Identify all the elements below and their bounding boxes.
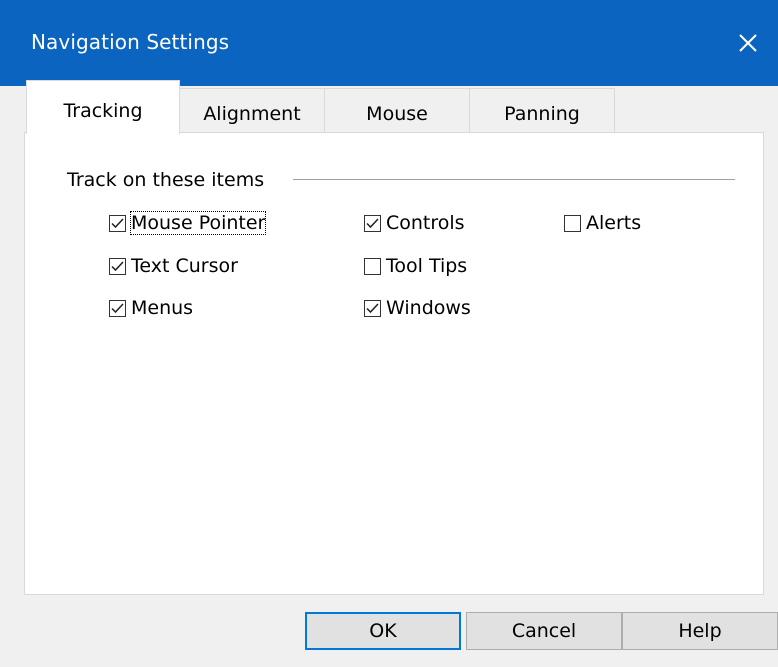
checkmark-icon — [111, 302, 124, 313]
checkbox-box — [109, 257, 126, 275]
checkbox-box — [364, 257, 381, 275]
ok-button-label: OK — [369, 620, 397, 642]
checkmark-icon — [111, 217, 124, 228]
tracking-panel: Track on these items Mouse Pointer Text … — [24, 132, 764, 595]
tool-tips-label: Tool Tips — [386, 255, 468, 277]
menus-checkbox[interactable]: Menus — [109, 295, 193, 321]
checkmark-icon — [366, 217, 379, 228]
checkmark-icon — [111, 260, 124, 271]
checkbox-box — [109, 299, 126, 317]
alerts-label: Alerts — [586, 212, 642, 234]
help-button-label: Help — [678, 620, 722, 642]
title-bar: Navigation Settings — [0, 0, 778, 86]
tab-mouse-label: Mouse — [366, 102, 428, 125]
checkbox-box — [364, 214, 381, 232]
menus-label: Menus — [131, 297, 194, 319]
window-title: Navigation Settings — [31, 30, 230, 54]
mouse-pointer-label: Mouse Pointer — [129, 211, 267, 235]
alerts-checkbox[interactable]: Alerts — [564, 210, 641, 236]
checkmark-icon — [366, 302, 379, 313]
windows-checkbox[interactable]: Windows — [364, 295, 471, 321]
tab-alignment[interactable]: Alignment — [179, 88, 325, 132]
tab-mouse[interactable]: Mouse — [324, 88, 470, 132]
text-cursor-label: Text Cursor — [131, 255, 238, 277]
checkbox-box — [564, 214, 581, 232]
windows-label: Windows — [386, 297, 471, 319]
tool-tips-checkbox[interactable]: Tool Tips — [364, 253, 467, 279]
ok-button[interactable]: OK — [305, 612, 461, 650]
help-button[interactable]: Help — [622, 612, 778, 650]
controls-checkbox[interactable]: Controls — [364, 210, 465, 236]
group-label: Track on these items — [67, 169, 269, 191]
text-cursor-checkbox[interactable]: Text Cursor — [109, 253, 238, 279]
checkbox-box — [109, 214, 126, 232]
group-divider — [293, 179, 735, 180]
tab-panning-label: Panning — [504, 102, 580, 125]
tab-alignment-label: Alignment — [203, 102, 301, 125]
mouse-pointer-checkbox[interactable]: Mouse Pointer — [109, 210, 267, 236]
cancel-button-label: Cancel — [511, 620, 577, 642]
cancel-button[interactable]: Cancel — [466, 612, 622, 650]
tab-tracking[interactable]: Tracking — [26, 80, 180, 134]
checkbox-box — [364, 299, 381, 317]
controls-label: Controls — [386, 212, 465, 234]
tab-tracking-label: Tracking — [63, 99, 143, 122]
close-button[interactable] — [718, 20, 778, 66]
tab-panning[interactable]: Panning — [469, 88, 615, 132]
close-icon — [739, 34, 757, 52]
